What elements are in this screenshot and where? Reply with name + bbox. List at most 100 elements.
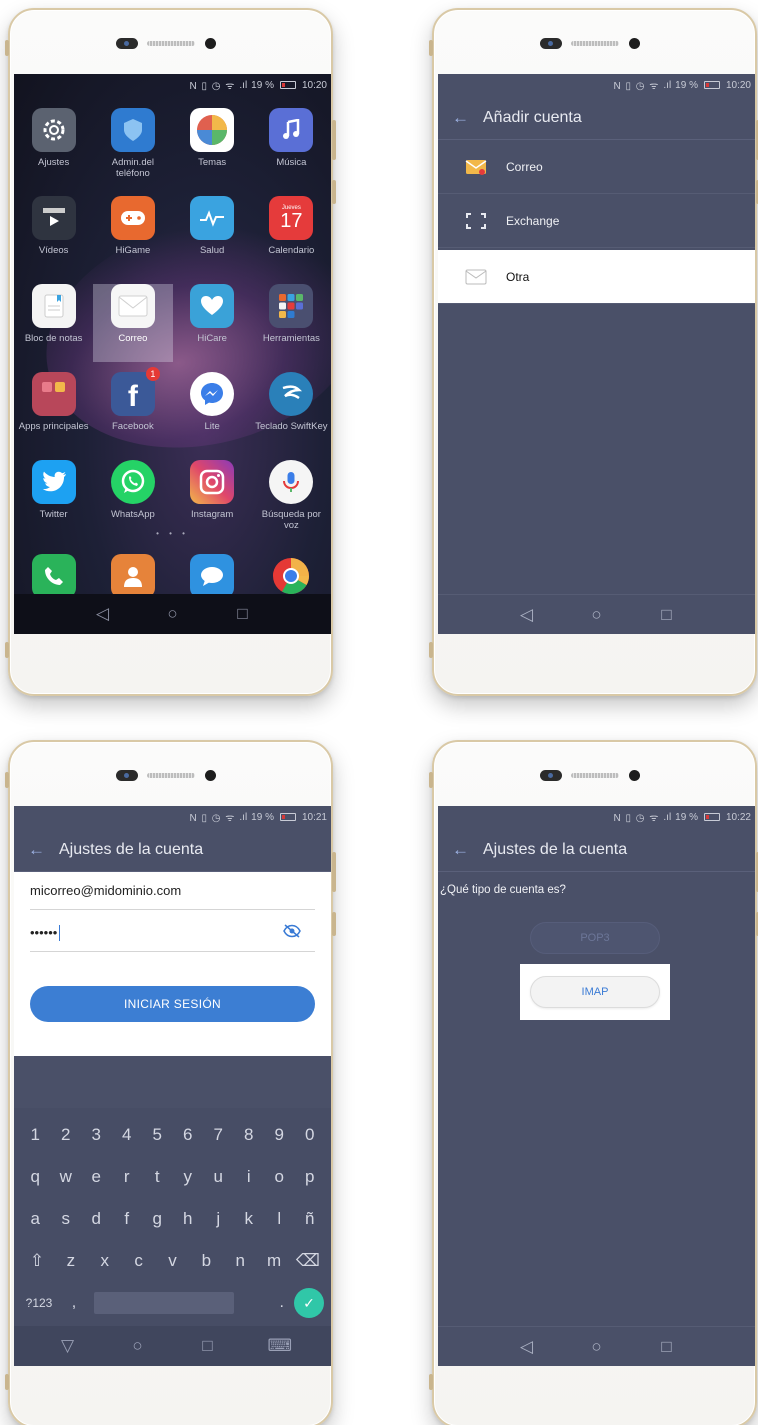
app-label: Vídeos: [38, 245, 69, 256]
soft-keyboard: 1 2 3 4 5 6 7 8 9 0 q w e r t y u i o p …: [14, 1108, 331, 1366]
key[interactable]: o: [266, 1167, 292, 1187]
email-field[interactable]: micorreo@midominio.com: [30, 872, 315, 910]
key[interactable]: z: [58, 1251, 84, 1271]
status-bar: N ▯ ◷ ᯤ .ıl 19 % 10:20: [438, 74, 755, 96]
key[interactable]: n: [227, 1251, 253, 1271]
back-nav-icon[interactable]: ◁: [517, 1337, 537, 1357]
keyboard-switch-icon[interactable]: ⌨: [268, 1336, 293, 1356]
app-bloc-notas[interactable]: Bloc de notas: [14, 284, 93, 362]
app-videos[interactable]: Vídeos: [14, 196, 93, 274]
key[interactable]: x: [92, 1251, 118, 1271]
key[interactable]: p: [297, 1167, 323, 1187]
app-hicare[interactable]: HiCare: [173, 284, 252, 362]
home-nav-icon[interactable]: ○: [163, 604, 183, 624]
hide-keyboard-icon[interactable]: ▽: [58, 1336, 78, 1356]
home-nav-icon[interactable]: ○: [587, 1337, 607, 1357]
back-arrow-icon[interactable]: ←: [452, 108, 469, 128]
space-bar[interactable]: [94, 1292, 234, 1314]
status-bar: N ▯ ◷ ᯤ .ıl 19 % 10:21: [14, 806, 331, 828]
key[interactable]: q: [22, 1167, 48, 1187]
back-nav-icon[interactable]: ◁: [93, 604, 113, 624]
key[interactable]: 4: [114, 1125, 140, 1145]
enter-check-icon[interactable]: ✓: [294, 1288, 324, 1318]
key[interactable]: l: [266, 1209, 292, 1229]
key[interactable]: 5: [144, 1125, 170, 1145]
account-option-correo[interactable]: Correo: [438, 140, 755, 194]
pop3-option-button[interactable]: POP3: [530, 922, 660, 954]
key[interactable]: j: [205, 1209, 231, 1229]
app-calendario[interactable]: Jueves 17 Calendario: [252, 196, 331, 274]
home-nav-icon[interactable]: ○: [587, 605, 607, 625]
app-messenger-lite[interactable]: Lite: [173, 372, 252, 450]
key[interactable]: v: [159, 1251, 185, 1271]
home-nav-icon[interactable]: ○: [128, 1336, 148, 1356]
key[interactable]: 9: [266, 1125, 292, 1145]
status-indicators: N ▯ ◷ ᯤ: [613, 813, 660, 824]
notification-badge: 1: [145, 367, 160, 381]
key[interactable]: u: [205, 1167, 231, 1187]
imap-option-button[interactable]: IMAP: [530, 976, 660, 1008]
backspace-key-icon[interactable]: ⌫: [295, 1251, 321, 1271]
app-busqueda-voz[interactable]: Búsqueda por voz: [252, 460, 331, 538]
recents-nav-icon[interactable]: □: [233, 604, 253, 624]
key[interactable]: y: [175, 1167, 201, 1187]
account-option-exchange[interactable]: Exchange: [438, 194, 755, 248]
key[interactable]: 1: [22, 1125, 48, 1145]
key[interactable]: b: [193, 1251, 219, 1271]
login-button[interactable]: INICIAR SESIÓN: [30, 986, 315, 1022]
key[interactable]: 0: [297, 1125, 323, 1145]
back-nav-icon[interactable]: ◁: [517, 605, 537, 625]
key[interactable]: 6: [175, 1125, 201, 1145]
app-correo[interactable]: Correo: [93, 284, 173, 362]
key[interactable]: h: [175, 1209, 201, 1229]
app-musica[interactable]: Música: [252, 108, 331, 186]
app-admin-telefono[interactable]: Admin.del teléfono: [93, 108, 172, 186]
battery-icon: [279, 81, 296, 89]
recents-nav-icon[interactable]: □: [657, 1337, 677, 1357]
app-salud[interactable]: Salud: [173, 196, 252, 274]
key[interactable]: s: [53, 1209, 79, 1229]
app-higame[interactable]: HiGame: [93, 196, 172, 274]
key[interactable]: f: [114, 1209, 140, 1229]
back-arrow-icon[interactable]: ←: [28, 840, 45, 860]
key[interactable]: a: [22, 1209, 48, 1229]
key[interactable]: w: [53, 1167, 79, 1187]
app-facebook[interactable]: f 1 Facebook: [93, 367, 172, 450]
app-swiftkey[interactable]: Teclado SwiftKey: [252, 372, 331, 450]
account-option-otra[interactable]: Otra: [438, 250, 755, 304]
key[interactable]: g: [144, 1209, 170, 1229]
key[interactable]: r: [114, 1167, 140, 1187]
app-twitter[interactable]: Twitter: [14, 460, 93, 538]
key[interactable]: 3: [83, 1125, 109, 1145]
password-field[interactable]: ••••••: [30, 914, 315, 952]
shift-key-icon[interactable]: ⇧: [24, 1251, 50, 1271]
phone-frame-add-account: N ▯ ◷ ᯤ .ıl 19 % 10:20 ← Añadir cuenta C…: [429, 8, 758, 696]
app-apps-principales[interactable]: Apps principales: [14, 372, 93, 450]
app-ajustes[interactable]: Ajustes: [14, 108, 93, 186]
key[interactable]: c: [126, 1251, 152, 1271]
key[interactable]: e: [83, 1167, 109, 1187]
key[interactable]: 8: [236, 1125, 262, 1145]
key[interactable]: i: [236, 1167, 262, 1187]
eye-hidden-icon[interactable]: [283, 923, 301, 942]
symbols-key[interactable]: ?123: [24, 1296, 54, 1310]
recents-nav-icon[interactable]: □: [657, 605, 677, 625]
app-whatsapp[interactable]: WhatsApp: [93, 460, 172, 538]
recents-nav-icon[interactable]: □: [198, 1336, 218, 1356]
key[interactable]: m: [261, 1251, 287, 1271]
app-herramientas[interactable]: Herramientas: [252, 284, 331, 362]
key[interactable]: t: [144, 1167, 170, 1187]
key[interactable]: k: [236, 1209, 262, 1229]
back-arrow-icon[interactable]: ←: [452, 840, 469, 860]
app-label: Admin.del teléfono: [111, 157, 154, 179]
app-instagram[interactable]: Instagram: [173, 460, 252, 538]
app-temas[interactable]: Temas: [173, 108, 252, 186]
password-value: ••••••: [30, 925, 58, 940]
key[interactable]: ñ: [297, 1209, 323, 1229]
period-key[interactable]: .: [244, 1294, 284, 1312]
key[interactable]: 7: [205, 1125, 231, 1145]
page-indicator: • • •: [156, 529, 189, 538]
key[interactable]: d: [83, 1209, 109, 1229]
comma-key[interactable]: ,: [64, 1294, 84, 1312]
key[interactable]: 2: [53, 1125, 79, 1145]
